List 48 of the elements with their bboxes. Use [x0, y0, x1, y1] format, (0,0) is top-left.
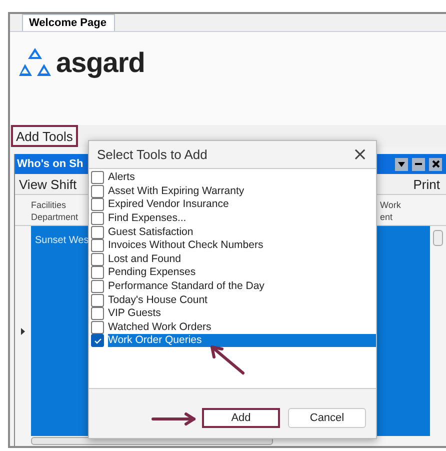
- checkbox[interactable]: [91, 171, 104, 184]
- menu-item[interactable]: Print: [413, 176, 440, 192]
- checkbox[interactable]: [91, 334, 104, 348]
- row-indicator-icon: [21, 328, 25, 334]
- tab[interactable]: Welcome Page: [22, 14, 116, 31]
- panel-title: Who's on Sh: [17, 158, 84, 170]
- dropdown-icon[interactable]: [395, 158, 408, 170]
- close-button[interactable]: ×: [352, 146, 368, 164]
- logo-icon: [18, 48, 52, 78]
- checkbox[interactable]: [91, 226, 104, 239]
- checkbox[interactable]: [91, 294, 104, 307]
- checkbox[interactable]: [91, 320, 104, 334]
- dialog-button[interactable]: Add: [202, 408, 280, 428]
- close-icon[interactable]: [429, 158, 442, 170]
- checkbox[interactable]: [91, 198, 104, 212]
- annotation-arrow: [210, 346, 244, 374]
- dialog-button[interactable]: Cancel: [288, 408, 366, 428]
- column-header: Facilities Department: [31, 199, 80, 224]
- list-item[interactable]: Watched Work Orders: [108, 320, 376, 334]
- minimize-icon[interactable]: [412, 158, 425, 170]
- list-item[interactable]: Asset With Expiring Warranty: [108, 184, 376, 198]
- checkbox[interactable]: [91, 184, 104, 198]
- add-tools-button[interactable]: Add Tools: [11, 125, 78, 147]
- list-item[interactable]: VIP Guests: [108, 307, 376, 320]
- annotation-arrow: [152, 412, 196, 426]
- list-item[interactable]: Find Expenses...: [108, 212, 376, 226]
- checkbox[interactable]: [91, 239, 104, 252]
- checkbox[interactable]: [91, 266, 104, 280]
- vertical-scrollbar[interactable]: [430, 226, 446, 436]
- list-item[interactable]: Guest Satisfaction: [108, 226, 376, 239]
- list-item[interactable]: Pending Expenses: [108, 266, 376, 280]
- dialog-title: Select Tools to Add: [97, 147, 208, 162]
- list-item[interactable]: Lost and Found: [108, 252, 376, 266]
- menu-item[interactable]: View Shift: [19, 176, 77, 192]
- logo-text: asgard: [56, 48, 145, 78]
- check-icon: [94, 338, 102, 344]
- list-item[interactable]: Alerts: [108, 171, 376, 184]
- table-cell: Sunset Wes: [35, 235, 89, 246]
- column-header: Work ent: [380, 199, 402, 224]
- checkbox[interactable]: [91, 280, 104, 294]
- checkbox[interactable]: [91, 252, 104, 266]
- list-item[interactable]: Invoices Without Check Numbers: [108, 239, 376, 252]
- checkbox[interactable]: [91, 307, 104, 320]
- list-item[interactable]: Work Order Queries: [108, 334, 376, 348]
- list-item[interactable]: Expired Vendor Insurance: [108, 198, 376, 212]
- checkbox[interactable]: [91, 212, 104, 226]
- list-item[interactable]: Today's House Count: [108, 294, 376, 307]
- list-item[interactable]: Performance Standard of the Day: [108, 280, 376, 294]
